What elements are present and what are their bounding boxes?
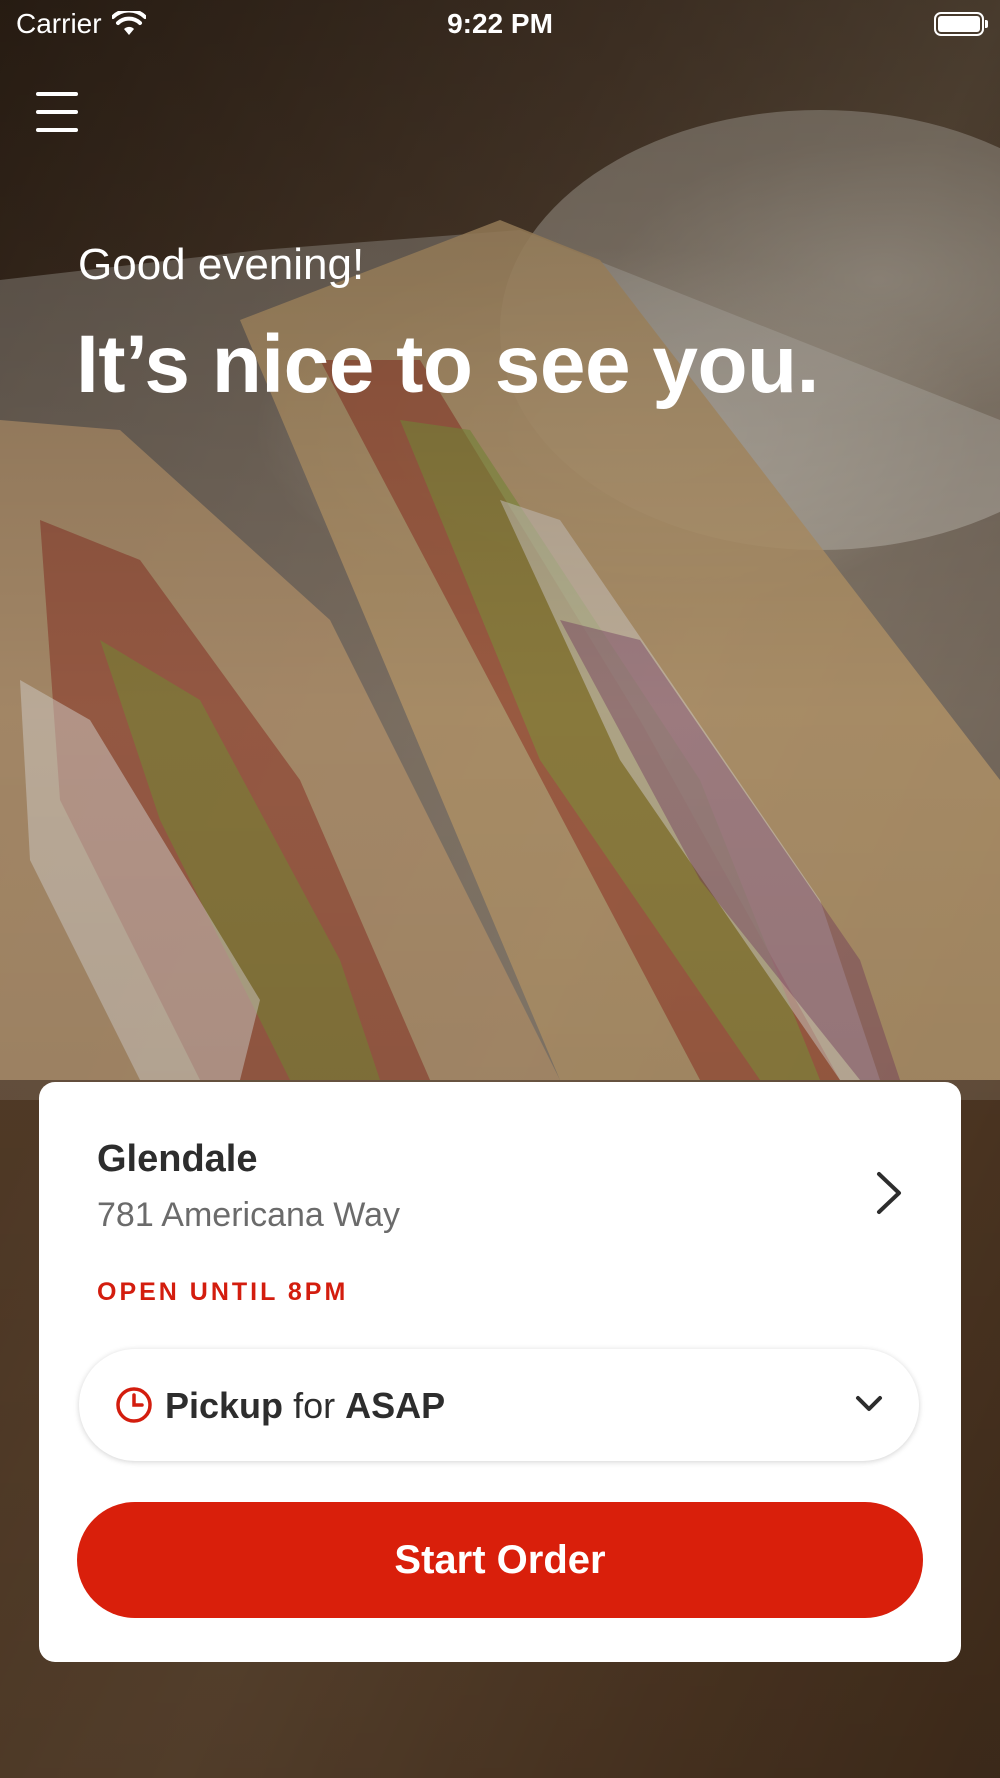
store-hours-status: OPEN UNTIL 8PM <box>97 1278 349 1306</box>
greeting-text: Good evening! <box>78 240 365 289</box>
menu-line <box>36 128 78 132</box>
app-screen: Carrier 9:22 PM Good evening! It’s nice … <box>0 0 1000 1778</box>
hamburger-menu-icon[interactable] <box>36 92 78 132</box>
order-mode-connector: for <box>293 1385 336 1426</box>
store-card: Glendale 781 Americana Way OPEN UNTIL 8P… <box>39 1082 961 1662</box>
status-bar: Carrier 9:22 PM <box>0 0 1000 50</box>
chevron-right-icon[interactable] <box>869 1168 909 1218</box>
start-order-button[interactable]: Start Order <box>77 1502 923 1618</box>
battery-icon <box>934 12 988 36</box>
store-address: 781 Americana Way <box>97 1196 400 1234</box>
battery-level <box>938 16 980 32</box>
order-time-label: ASAP <box>345 1385 446 1426</box>
clock-icon <box>116 1387 152 1423</box>
chevron-down-icon <box>856 1396 882 1411</box>
order-mode-label: Pickup <box>165 1385 284 1426</box>
headline-text: It’s nice to see you. <box>76 319 819 410</box>
order-mode-text: Pickup for ASAP <box>165 1385 445 1427</box>
menu-line <box>36 110 78 114</box>
order-mode-select[interactable]: Pickup for ASAP <box>79 1349 919 1461</box>
store-name: Glendale <box>97 1138 258 1180</box>
status-time: 9:22 PM <box>447 8 553 39</box>
menu-line <box>36 92 78 96</box>
